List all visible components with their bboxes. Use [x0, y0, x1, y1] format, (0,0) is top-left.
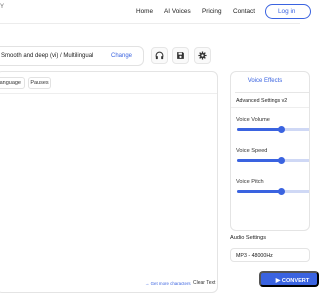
convert-label: CONVERT [281, 278, 310, 284]
clear-text-button[interactable]: Clear Text [193, 280, 215, 286]
tab-voice-effects[interactable]: Voice Effects [231, 72, 299, 90]
voice-selector[interactable]: Smooth and deep (vi) / Multilingual Chan… [0, 46, 144, 66]
play-icon: ▶ [275, 278, 281, 284]
gear-icon[interactable] [194, 47, 211, 64]
selected-voice-label: Smooth and deep (vi) / Multilingual [1, 53, 94, 59]
get-more-characters-link[interactable]: → Get more characters [145, 281, 191, 286]
text-editor[interactable]: anguage Pauses → Get more characters Cle… [0, 71, 218, 293]
headphones-icon[interactable] [151, 47, 168, 64]
audio-settings-label: Audio Settings [230, 235, 267, 241]
language-button[interactable]: anguage [0, 77, 25, 89]
nav-contact-link[interactable]: Contact [233, 8, 255, 15]
nav-pricing-link[interactable]: Pricing [202, 8, 222, 15]
save-icon[interactable] [172, 47, 189, 64]
change-voice-link[interactable]: Change [111, 53, 132, 59]
nav-ai-voices-link[interactable]: AI Voices [164, 8, 191, 15]
login-button[interactable]: Log in [265, 4, 311, 19]
voice-speed-slider[interactable] [237, 159, 309, 162]
advanced-settings-label: Advanced Settings v2 [236, 98, 288, 104]
voice-speed-thumb[interactable] [277, 157, 285, 164]
audio-format-select[interactable]: MP3 - 48000Hz [230, 248, 310, 262]
pauses-button[interactable]: Pauses [28, 77, 51, 89]
editor-toolbar: anguage Pauses [0, 72, 217, 94]
audio-format-value: MP3 - 48000Hz [236, 252, 273, 259]
voice-effects-panel: Voice Effects Advanced Settings v2 Voice… [230, 71, 310, 231]
voice-pitch-slider[interactable] [237, 190, 309, 193]
voice-volume-thumb[interactable] [277, 126, 285, 133]
nav-home-link[interactable]: Home [136, 8, 153, 15]
voice-pitch-thumb[interactable] [277, 188, 285, 195]
convert-button[interactable]: ▶ CONVERT [259, 271, 319, 287]
tab-divider [235, 92, 309, 93]
logo[interactable]: Y [0, 4, 4, 10]
voice-speed-fill [237, 159, 281, 162]
voice-pitch-label: Voice Pitch [236, 179, 264, 185]
advanced-settings-dropdown[interactable]: Advanced Settings v2 [231, 94, 309, 108]
voice-speed-label: Voice Speed [236, 148, 268, 154]
voice-volume-fill [237, 128, 281, 131]
voice-volume-slider[interactable] [237, 128, 309, 131]
top-navigation-bar: Y Home AI Voices Pricing Contact Log in [0, 0, 311, 24]
voice-pitch-fill [237, 190, 281, 193]
voice-volume-label: Voice Volume [236, 117, 270, 123]
